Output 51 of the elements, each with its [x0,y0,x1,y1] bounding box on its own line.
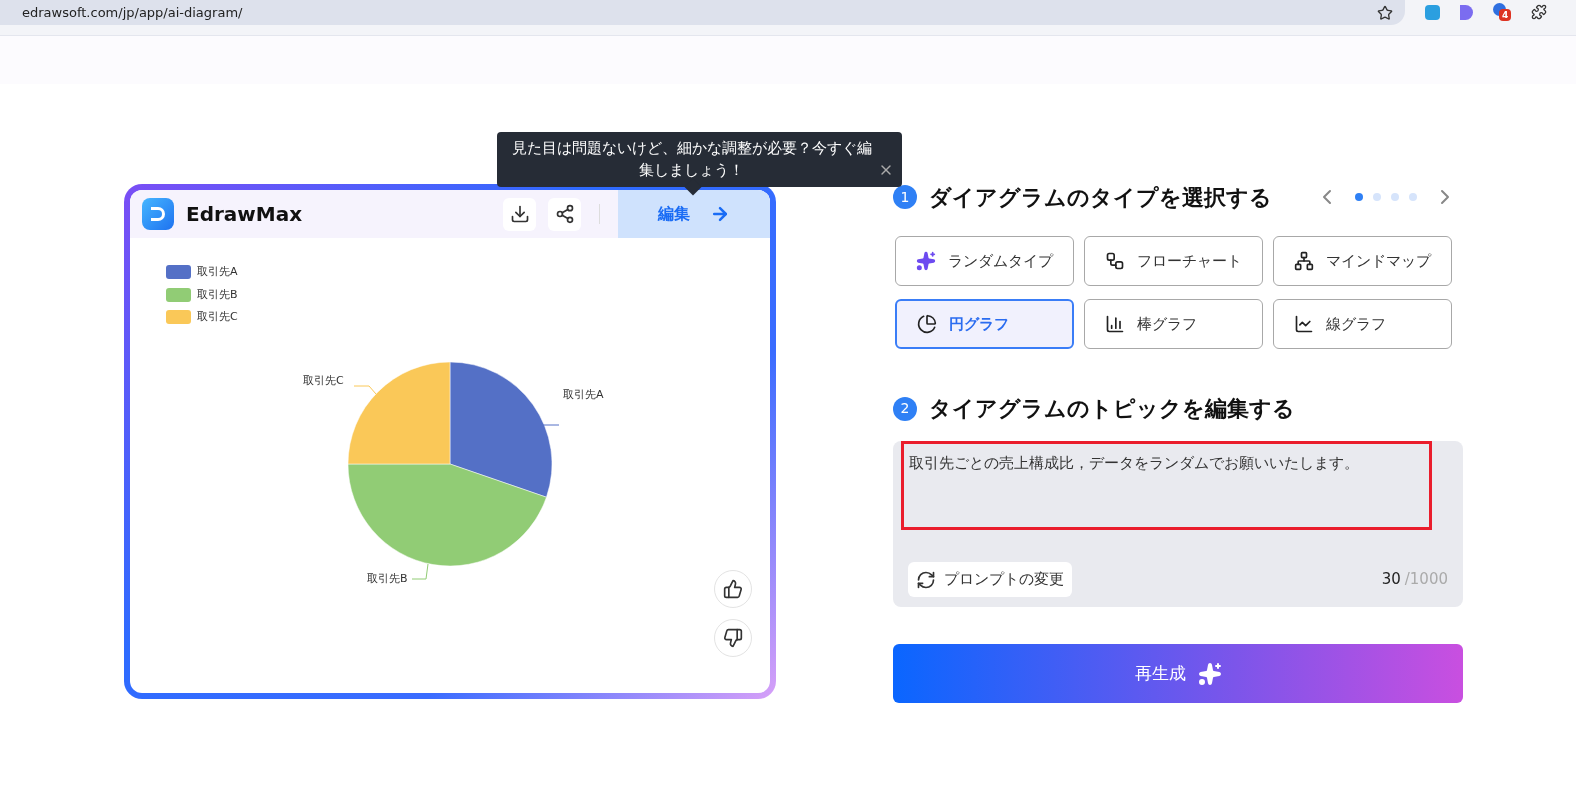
line-chart-icon [1294,314,1314,334]
mind-map-icon [1294,251,1314,271]
arrow-right-icon [710,204,730,224]
app-name: EdrawMax [186,201,303,228]
extension-icon[interactable] [1425,4,1440,20]
legend-label: 取引先A [197,264,238,280]
download-button[interactable] [503,197,536,231]
pie-chart-icon [917,314,937,334]
legend-label: 取引先C [197,309,238,325]
diagram-type-button[interactable]: フローチャート [1084,236,1263,286]
slice-label: 取引先B [367,571,408,587]
step-number: 1 [893,185,917,209]
sparkle-icon [1197,661,1222,686]
edit-button[interactable]: 編集 [618,190,770,238]
bookmark-star-icon[interactable] [1377,4,1393,21]
diagram-type-button[interactable]: ランダムタイプ [895,236,1074,286]
diagram-type-button[interactable]: 円グラフ [895,299,1074,349]
slice-label: 取引先C [303,373,344,389]
prompt-input[interactable]: 取引先ごとの売上構成比，データをランダムでお願いいたします。 [901,441,1432,530]
thumbs-up-icon [723,579,743,599]
diagram-type-button[interactable]: 棒グラフ [1084,299,1263,349]
share-button[interactable] [548,197,581,231]
extensions-icon[interactable] [1531,4,1547,20]
leader-line [353,385,377,395]
url-text: edrawsoft.com/jp/app/ai-diagram/ [22,3,243,22]
leader-line [411,563,429,580]
flowchart-icon [1105,251,1125,271]
sparkle-icon [916,251,936,271]
share-icon [554,204,575,224]
regenerate-button[interactable]: 再生成 [893,644,1463,703]
legend-label: 取引先B [197,286,238,303]
refresh-icon [916,569,936,590]
section-title: タイアグラムのトピックを編集する [929,395,1295,423]
section-title: ダイアグラムのタイプを選択する [929,183,1272,212]
download-icon [509,204,530,224]
character-limit: /1000 [1404,569,1448,591]
change-prompt-button[interactable]: プロンプトの変更 [908,562,1072,597]
app-logo-icon [142,198,174,230]
thumbs-down-icon [723,628,743,648]
diagram-type-button[interactable]: 線グラフ [1273,299,1452,349]
slice-label: 取引先A [563,387,604,403]
step-number: 2 [893,396,917,421]
character-count: 30 [1381,569,1401,591]
notification-badge: 4 [1499,9,1512,21]
tooltip-text: 見た目は問題ないけど、細かな調整が必要？今すぐ編集しましょう！ [510,138,873,181]
address-bar[interactable]: edrawsoft.com/jp/app/ai-diagram/ [0,0,1405,25]
diagram-type-button[interactable]: マインドマップ [1273,236,1452,286]
thumbs-down-button[interactable] [714,619,752,657]
bar-chart-icon [1105,314,1125,334]
thumbs-up-button[interactable] [714,570,752,608]
extension-icon[interactable] [1460,4,1473,20]
